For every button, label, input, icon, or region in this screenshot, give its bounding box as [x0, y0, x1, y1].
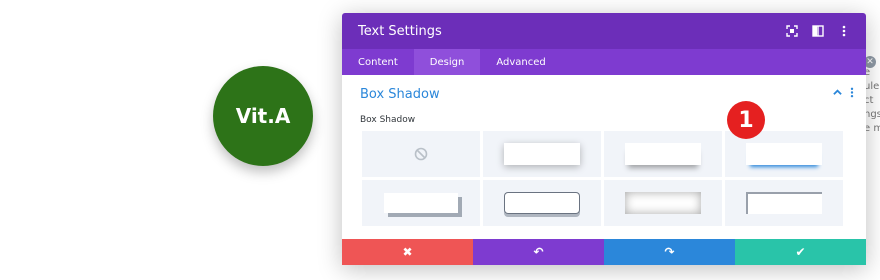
modal-footer: ✖ ↶ ↷ ✔ — [342, 239, 866, 265]
redo-button[interactable]: ↷ — [604, 239, 735, 265]
background-text-line: e m — [864, 123, 880, 134]
shadow-swatch — [746, 143, 822, 165]
background-text: e ule ct ngs e m — [864, 66, 880, 136]
more-options-icon[interactable] — [850, 87, 854, 101]
redo-icon: ↷ — [664, 245, 675, 259]
shadow-swatch — [625, 192, 701, 214]
box-shadow-label: Box Shadow — [360, 115, 416, 125]
close-icon: ✖ — [402, 245, 413, 259]
step-badge: 1 — [727, 101, 765, 139]
header-icons — [784, 23, 852, 39]
shadow-preset-1[interactable] — [483, 131, 601, 177]
section-header[interactable]: Box Shadow — [342, 75, 866, 113]
modal-title: Text Settings — [358, 23, 442, 39]
tab-design[interactable]: Design — [413, 49, 481, 75]
shadow-preset-none[interactable] — [362, 131, 480, 177]
expand-icon[interactable] — [784, 23, 800, 39]
page: Vit.A ✕ e ule ct ngs e m Text Settings C… — [0, 0, 880, 280]
columns-icon[interactable] — [810, 23, 826, 39]
box-shadow-presets — [362, 131, 843, 226]
undo-icon: ↶ — [533, 245, 544, 259]
tab-content[interactable]: Content — [342, 49, 414, 75]
undo-button[interactable]: ↶ — [473, 239, 604, 265]
shadow-preset-2[interactable] — [604, 131, 722, 177]
modal-header: Text Settings — [342, 13, 866, 49]
shadow-preset-7[interactable] — [725, 180, 843, 226]
chevron-up-icon[interactable] — [833, 87, 842, 101]
shadow-swatch — [384, 193, 458, 213]
shadow-swatch — [746, 192, 822, 214]
circle-label: Vit.A — [235, 104, 291, 128]
shadow-swatch — [625, 143, 701, 165]
shadow-preset-4[interactable] — [362, 180, 480, 226]
shadow-preset-6[interactable] — [604, 180, 722, 226]
tab-advanced[interactable]: Advanced — [480, 49, 561, 75]
save-button[interactable]: ✔ — [735, 239, 866, 265]
background-text-line: e — [864, 67, 871, 78]
background-text-line: ule — [864, 81, 880, 92]
cancel-button[interactable]: ✖ — [342, 239, 473, 265]
section-icons — [833, 87, 854, 101]
shadow-swatch — [504, 192, 580, 214]
background-text-line: ngs — [864, 109, 880, 120]
check-icon: ✔ — [795, 245, 806, 259]
tab-bar: Content Design Advanced — [342, 49, 866, 75]
background-text-line: ct — [864, 95, 874, 106]
section-title: Box Shadow — [360, 86, 440, 102]
shadow-preset-5[interactable] — [483, 180, 601, 226]
more-options-icon[interactable] — [836, 23, 852, 39]
shadow-swatch — [504, 143, 580, 165]
circle-module: Vit.A — [213, 66, 313, 166]
no-shadow-icon — [414, 147, 428, 161]
